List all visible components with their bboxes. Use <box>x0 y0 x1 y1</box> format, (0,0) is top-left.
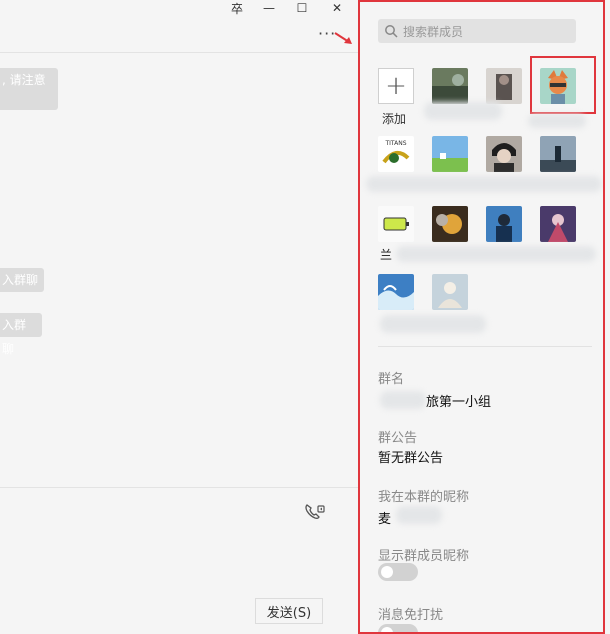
avatar-image <box>540 206 576 242</box>
member-avatar[interactable] <box>432 68 468 104</box>
member-avatar[interactable] <box>432 206 468 242</box>
mute-notifications-toggle[interactable] <box>378 624 418 632</box>
member-avatar[interactable] <box>432 136 468 172</box>
avatar-image <box>486 68 522 104</box>
close-icon[interactable]: ✕ <box>326 0 348 16</box>
member-avatar[interactable] <box>486 68 522 104</box>
announcement-label: 群公告 <box>378 431 418 446</box>
blurred-name <box>396 246 596 262</box>
message-bubble: 入群聊 <box>0 268 44 292</box>
member-avatar[interactable] <box>378 206 414 242</box>
member-avatar[interactable] <box>378 274 414 310</box>
group-info-panel: 搜索群成员 + 添加 TITANS 兰 群名 旅第一小组 群公告 暂无群公告 我… <box>358 0 605 634</box>
my-nickname-value[interactable]: 麦 <box>378 508 391 527</box>
input-divider <box>0 487 358 488</box>
my-nickname-label: 我在本群的昵称 <box>378 490 470 505</box>
chat-pane: 卒 — ☐ ✕ ··· , 请注意 入群聊 入群聊 发送(S) <box>0 0 358 634</box>
header-divider <box>0 52 358 53</box>
message-bubble: , 请注意 <box>0 68 58 110</box>
member-avatar[interactable] <box>540 136 576 172</box>
send-button[interactable]: 发送(S) <box>255 598 323 624</box>
member-avatar[interactable] <box>486 206 522 242</box>
avatar-image <box>378 206 414 242</box>
avatar-image <box>432 136 468 172</box>
avatar-image <box>432 274 468 310</box>
group-name-value[interactable]: 旅第一小组 <box>426 391 491 410</box>
blurred-text <box>380 391 426 409</box>
member-search-input[interactable]: 搜索群成员 <box>378 19 576 43</box>
member-avatar[interactable] <box>486 136 522 172</box>
message-bubble: 入群聊 <box>0 313 42 356</box>
blurred-name <box>424 102 502 120</box>
search-icon <box>385 25 398 38</box>
svg-text:TITANS: TITANS <box>384 140 406 147</box>
mute-notifications-label: 消息免打扰 <box>378 608 444 623</box>
group-name-label: 群名 <box>378 372 405 387</box>
phone-call-icon[interactable] <box>304 502 326 520</box>
avatar-image <box>432 206 468 242</box>
section-divider <box>378 346 592 347</box>
announcement-value[interactable]: 暂无群公告 <box>378 447 443 466</box>
avatar-image <box>486 136 522 172</box>
member-avatar[interactable] <box>432 274 468 310</box>
avatar-image <box>378 274 414 310</box>
member-name: 兰 <box>380 248 393 262</box>
blurred-name <box>528 114 586 128</box>
show-member-nickname-label: 显示群成员昵称 <box>378 549 470 564</box>
avatar-image <box>432 68 468 104</box>
blurred-name <box>366 176 602 192</box>
member-avatar[interactable]: TITANS <box>378 136 414 172</box>
highlight-box <box>530 56 596 114</box>
avatar-image <box>486 206 522 242</box>
member-avatar[interactable] <box>540 206 576 242</box>
minimize-icon[interactable]: — <box>258 0 280 16</box>
maximize-icon[interactable]: ☐ <box>291 0 313 16</box>
red-arrow-icon <box>334 32 352 44</box>
show-member-nickname-toggle[interactable] <box>378 563 418 581</box>
avatar-image <box>540 136 576 172</box>
avatar-image: TITANS <box>378 136 414 172</box>
add-member-label: 添加 <box>382 112 407 126</box>
blurred-name <box>380 315 486 333</box>
blurred-text <box>396 506 442 524</box>
pin-icon[interactable]: 卒 <box>226 0 248 16</box>
search-placeholder: 搜索群成员 <box>403 24 464 39</box>
add-member-button[interactable]: + <box>378 68 414 104</box>
